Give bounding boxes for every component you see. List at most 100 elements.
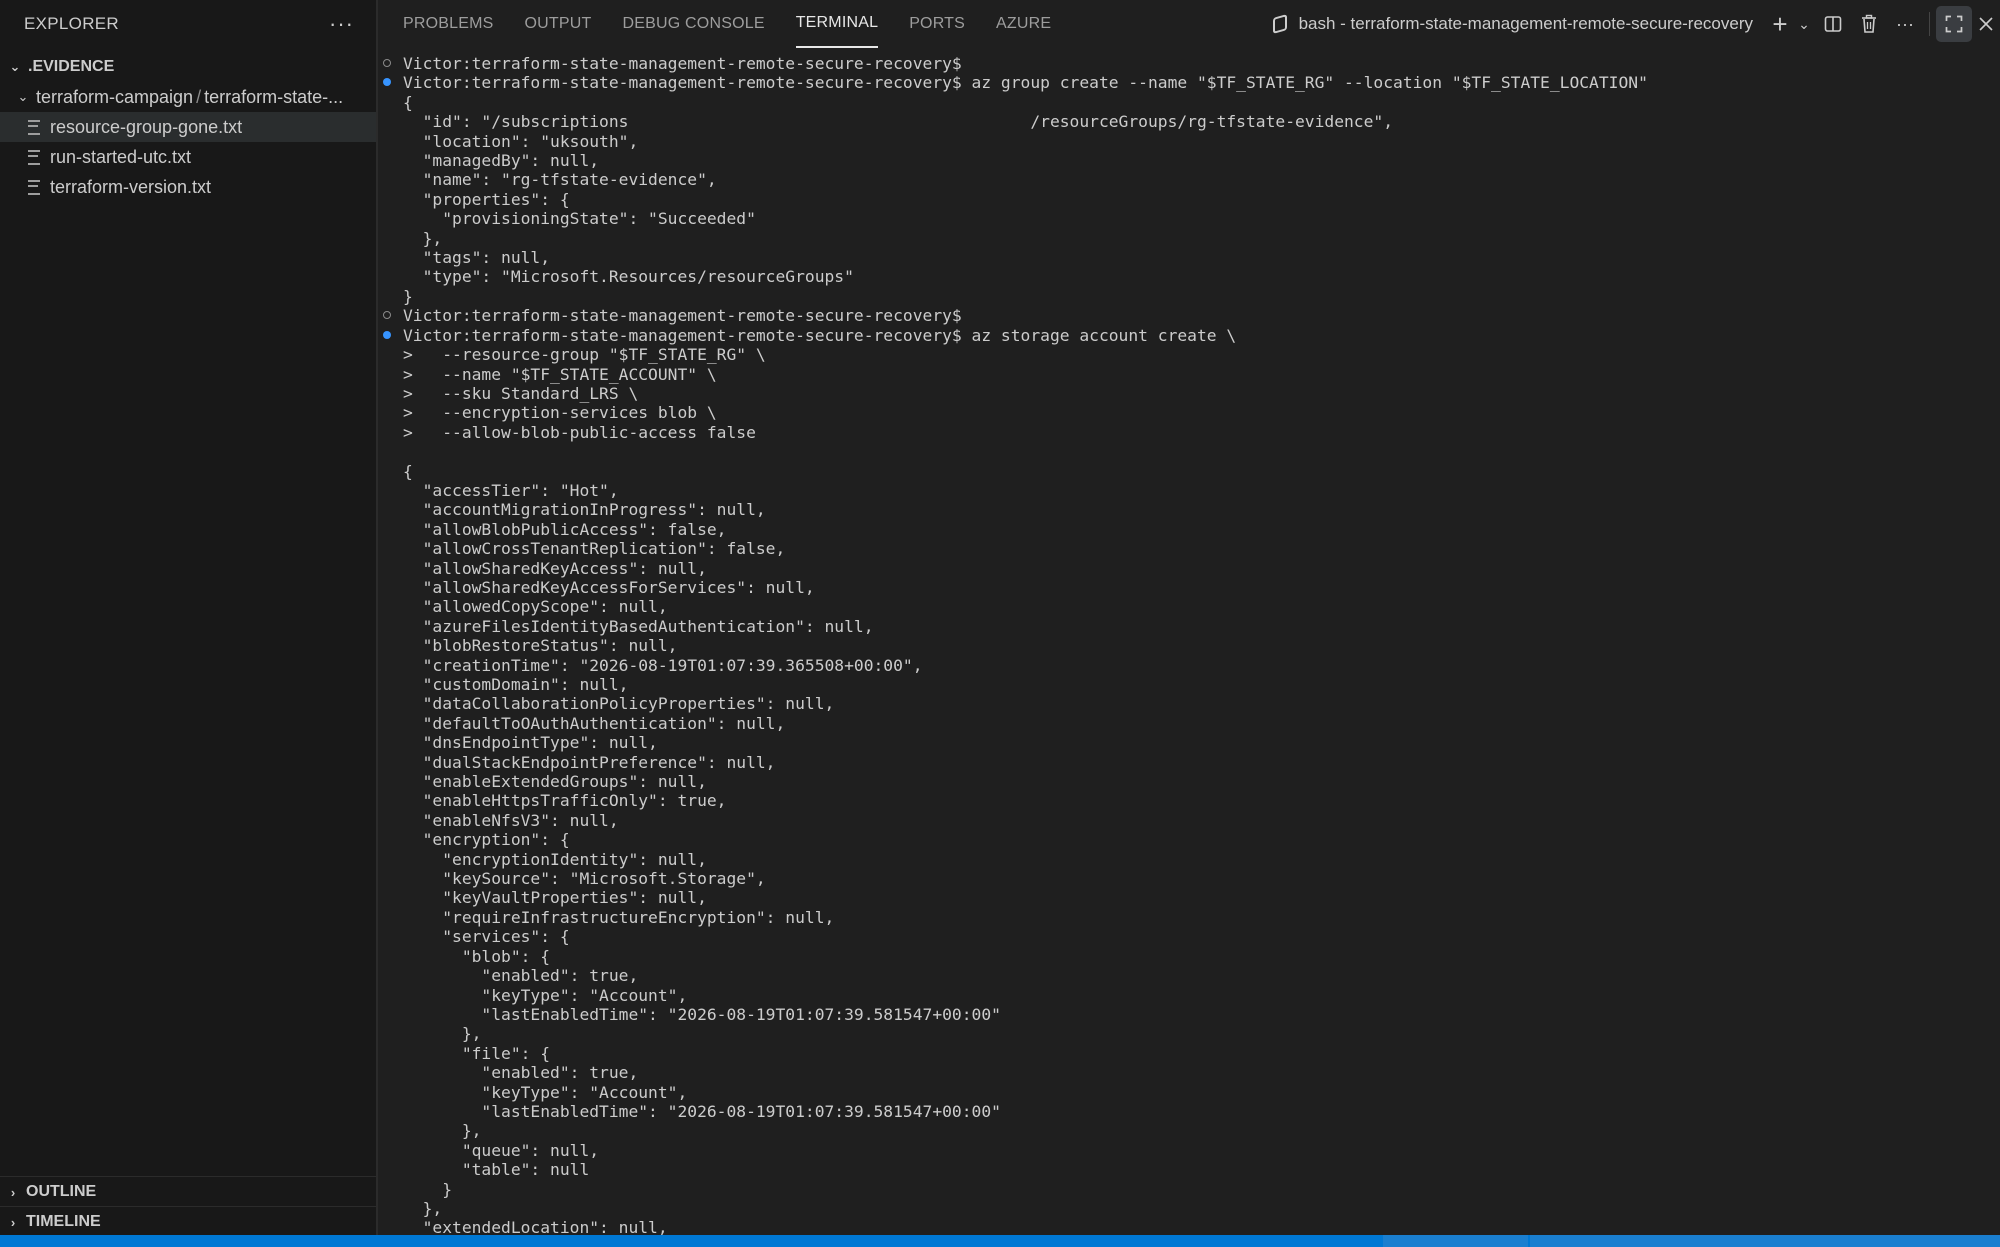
terminal-line-text: "type": "Microsoft.Resources/resourceGro… [403,267,854,287]
timeline-section-header[interactable]: › TIMELINE [0,1206,380,1237]
status-item[interactable] [1383,1235,1528,1247]
terminal-line-text: "services": { [403,927,570,947]
terminal-line: }, [378,229,2000,248]
terminal-line: "encryptionIdentity": null, [378,850,2000,869]
terminal-command-line: Victor:terraform-state-management-remote… [378,54,2000,73]
terminal-line-text: "blobRestoreStatus": null, [403,636,678,656]
text-file-icon [28,179,40,195]
file-label: run-started-utc.txt [50,146,192,167]
tab-terminal[interactable]: TERMINAL [795,0,879,48]
maximize-icon[interactable] [1936,6,1972,42]
terminal-line: "dataCollaborationPolicyProperties": nul… [378,694,2000,713]
terminal-line: "provisioningState": "Succeeded" [378,209,2000,228]
chevron-down-icon: ⌄ [9,59,21,74]
terminal-line-text: > --name "$TF_STATE_ACCOUNT" \ [403,364,717,384]
explorer-header: EXPLORER ··· [0,0,376,48]
command-decoration-icon[interactable] [383,330,391,339]
close-icon[interactable] [1972,6,2000,42]
bash-terminal-icon [1272,14,1287,34]
folder-name-part1: terraform-campaign [36,86,194,107]
terminal-line: > --name "$TF_STATE_ACCOUNT" \ [378,365,2000,384]
tab-debug-console[interactable]: DEBUG CONSOLE [623,0,765,48]
tab-output[interactable]: OUTPUT [525,0,592,48]
terminal-line: } [378,1180,2000,1199]
file-item-terraform-version[interactable]: terraform-version.txt [0,172,376,202]
command-decoration-empty-icon[interactable] [383,59,391,67]
terminal-line-text: "enableNfsV3": null, [403,810,619,830]
chevron-down-icon[interactable]: ⌄ [1793,6,1815,42]
terminal-line-text: "tags": null, [403,248,551,268]
terminal-line: }, [378,1121,2000,1140]
command-decoration-empty-icon[interactable] [383,311,391,320]
evidence-section-header[interactable]: ⌄ .EVIDENCE [0,52,376,82]
terminal-line: "enableNfsV3": null, [378,811,2000,830]
terminal-line-text: "keyType": "Account", [403,985,688,1005]
tab-ports[interactable]: PORTS [909,0,965,48]
terminal-line: "allowedCopyScope": null, [378,597,2000,616]
tab-azure[interactable]: AZURE [996,0,1051,48]
command-decoration-icon[interactable] [383,78,391,87]
terminal-line: "allowCrossTenantReplication": false, [378,539,2000,558]
terminal-line: "blob": { [378,947,2000,966]
timeline-label: TIMELINE [26,1213,101,1230]
terminal-line: "dualStackEndpointPreference": null, [378,753,2000,772]
terminal-line-text: > --encryption-services blob \ [403,403,717,423]
terminal-line-text: Victor:terraform-state-management-remote… [403,306,962,326]
terminal-line-text: "blob": { [403,946,551,966]
terminal-output[interactable]: Victor:terraform-state-management-remote… [378,54,2000,1235]
ellipsis-icon[interactable]: ··· [1887,6,1923,42]
terminal-line-text: "enableHttpsTrafficOnly": true, [403,791,727,811]
terminal-line-text: "keySource": "Microsoft.Storage", [403,869,766,889]
terminal-line-text: "defaultToOAuthAuthentication": null, [403,713,786,733]
terminal-line: "file": { [378,1044,2000,1063]
folder-name-part2: terraform-state-... [204,86,344,107]
file-item-resource-group-gone[interactable]: resource-group-gone.txt [0,112,376,142]
terminal-selector[interactable]: bash - terraform-state-management-remote… [1272,14,1753,34]
terminal-line: "enableExtendedGroups": null, [378,772,2000,791]
text-file-icon [28,149,40,165]
terminal-line: "azureFilesIdentityBasedAuthentication":… [378,617,2000,636]
split-icon[interactable] [1815,6,1851,42]
terminal-command-line: Victor:terraform-state-management-remote… [378,306,2000,325]
terminal-line-text: "queue": null, [403,1140,600,1160]
outline-label: OUTLINE [26,1183,97,1200]
terminal-line-text: }, [403,1198,443,1218]
folder-terraform-campaign[interactable]: ⌄ terraform-campaign / terraform-state-... [0,82,376,112]
status-item[interactable] [1530,1235,2000,1247]
file-label: resource-group-gone.txt [50,116,243,137]
terminal-line: "allowSharedKeyAccessForServices": null, [378,578,2000,597]
terminal-line: "accountMigrationInProgress": null, [378,500,2000,519]
terminal-line-text: "keyType": "Account", [403,1082,688,1102]
trash-icon[interactable] [1851,6,1887,42]
terminal-line: "allowBlobPublicAccess": false, [378,520,2000,539]
terminal-line: "table": null [378,1160,2000,1179]
terminal-line: }, [378,1199,2000,1218]
file-label: terraform-version.txt [50,176,212,197]
section-label: .EVIDENCE [28,58,115,75]
terminal-line-text: Victor:terraform-state-management-remote… [403,73,1648,93]
explorer-sidebar: EXPLORER ··· ⌄ .EVIDENCE ⌄ terraform-cam… [0,0,380,1237]
terminal-line: "lastEnabledTime": "2026-08-19T01:07:39.… [378,1102,2000,1121]
terminal-line-text: "dataCollaborationPolicyProperties": nul… [403,694,835,714]
terminal-line-text: "allowedCopyScope": null, [403,597,668,617]
file-item-run-started-utc[interactable]: run-started-utc.txt [0,142,376,172]
more-actions-icon[interactable]: ··· [329,11,354,37]
terminal-line: } [378,287,2000,306]
terminal-line-text: "azureFilesIdentityBasedAuthentication":… [403,616,874,636]
terminal-line: "id": "/subscriptions /resourceGroups/rg… [378,112,2000,131]
terminal-line-text: > --resource-group "$TF_STATE_RG" \ [403,345,766,365]
bottom-panel: PROBLEMS OUTPUT DEBUG CONSOLE TERMINAL P… [378,0,2000,1235]
status-bar [0,1235,2000,1247]
terminal-line: "accessTier": "Hot", [378,481,2000,500]
plus-icon[interactable]: + [1767,6,1793,42]
terminal-line-text: "provisioningState": "Succeeded" [403,209,756,229]
terminal-line-text: "allowSharedKeyAccessForServices": null, [403,577,815,597]
terminal-line-text: "lastEnabledTime": "2026-08-19T01:07:39.… [403,1101,1001,1121]
terminal-line-text: "extendedLocation": null, [403,1218,668,1235]
terminal-line: "properties": { [378,190,2000,209]
terminal-line-text: { [403,92,413,112]
terminal-actions: bash - terraform-state-management-remote… [1272,0,2000,48]
tab-problems[interactable]: PROBLEMS [403,0,494,48]
outline-section-header[interactable]: › OUTLINE [0,1176,380,1207]
terminal-line-text: "allowCrossTenantReplication": false, [403,539,786,559]
